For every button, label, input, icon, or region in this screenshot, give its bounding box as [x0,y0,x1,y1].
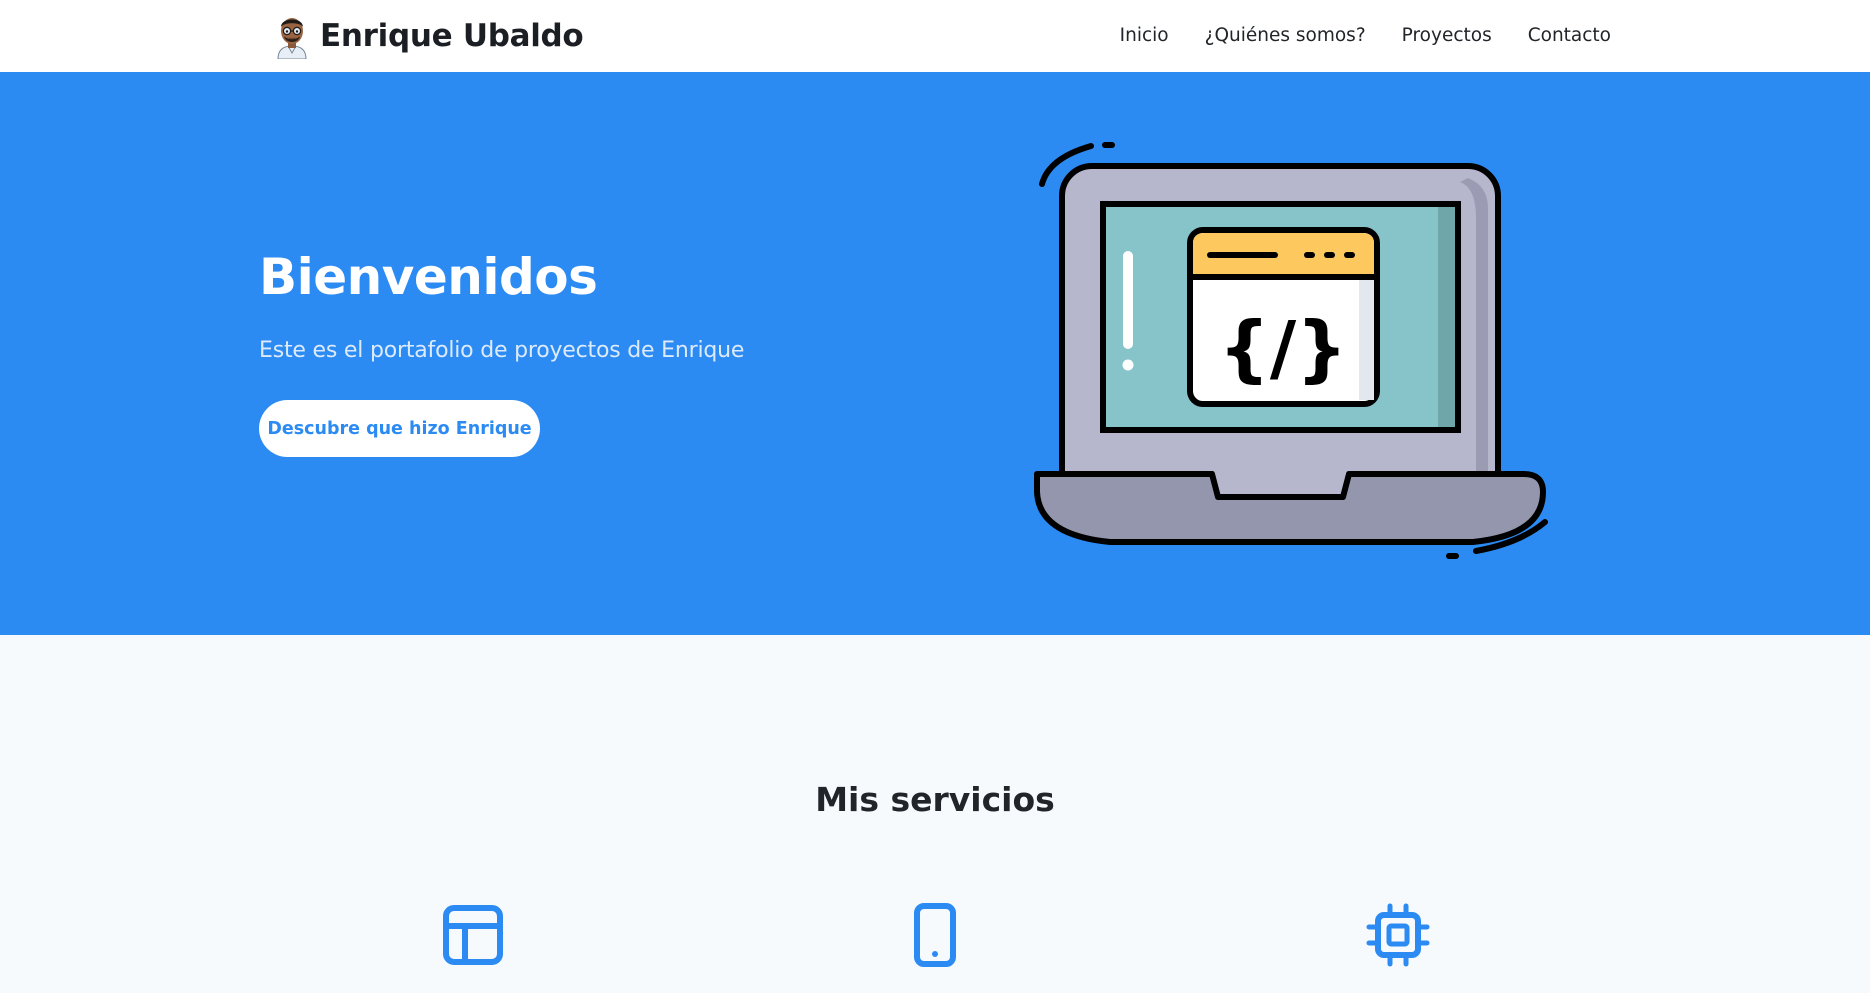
nav-link-quienes-somos[interactable]: ¿Quiénes somos? [1205,24,1366,48]
hero-title: Bienvenidos [259,248,598,306]
top-navbar: Enrique Ubaldo Inicio ¿Quiénes somos? Pr… [0,0,1870,72]
cpu-chip-icon [1366,903,1430,967]
hero-subtitle: Este es el portafolio de proyectos de En… [259,338,745,363]
nav-link-inicio[interactable]: Inicio [1120,24,1169,48]
laptop-code-icon: {/} [1034,142,1548,559]
layout-icon [443,905,503,965]
brand-link[interactable]: Enrique Ubaldo [272,12,584,60]
code-brackets-text: {/} [1219,306,1348,390]
discover-projects-button[interactable]: Descubre que hizo Enrique [259,400,540,457]
nav-link-contacto[interactable]: Contacto [1528,24,1611,48]
hero-section: Bienvenidos Este es el portafolio de pro… [0,72,1870,635]
nav-link-proyectos[interactable]: Proyectos [1402,24,1492,48]
main-nav: Inicio ¿Quiénes somos? Proyectos Contact… [1084,24,1611,48]
brand-name: Enrique Ubaldo [320,18,584,54]
services-title: Mis servicios [815,780,1055,819]
avatar-icon [277,18,307,59]
mobile-icon [914,903,956,967]
